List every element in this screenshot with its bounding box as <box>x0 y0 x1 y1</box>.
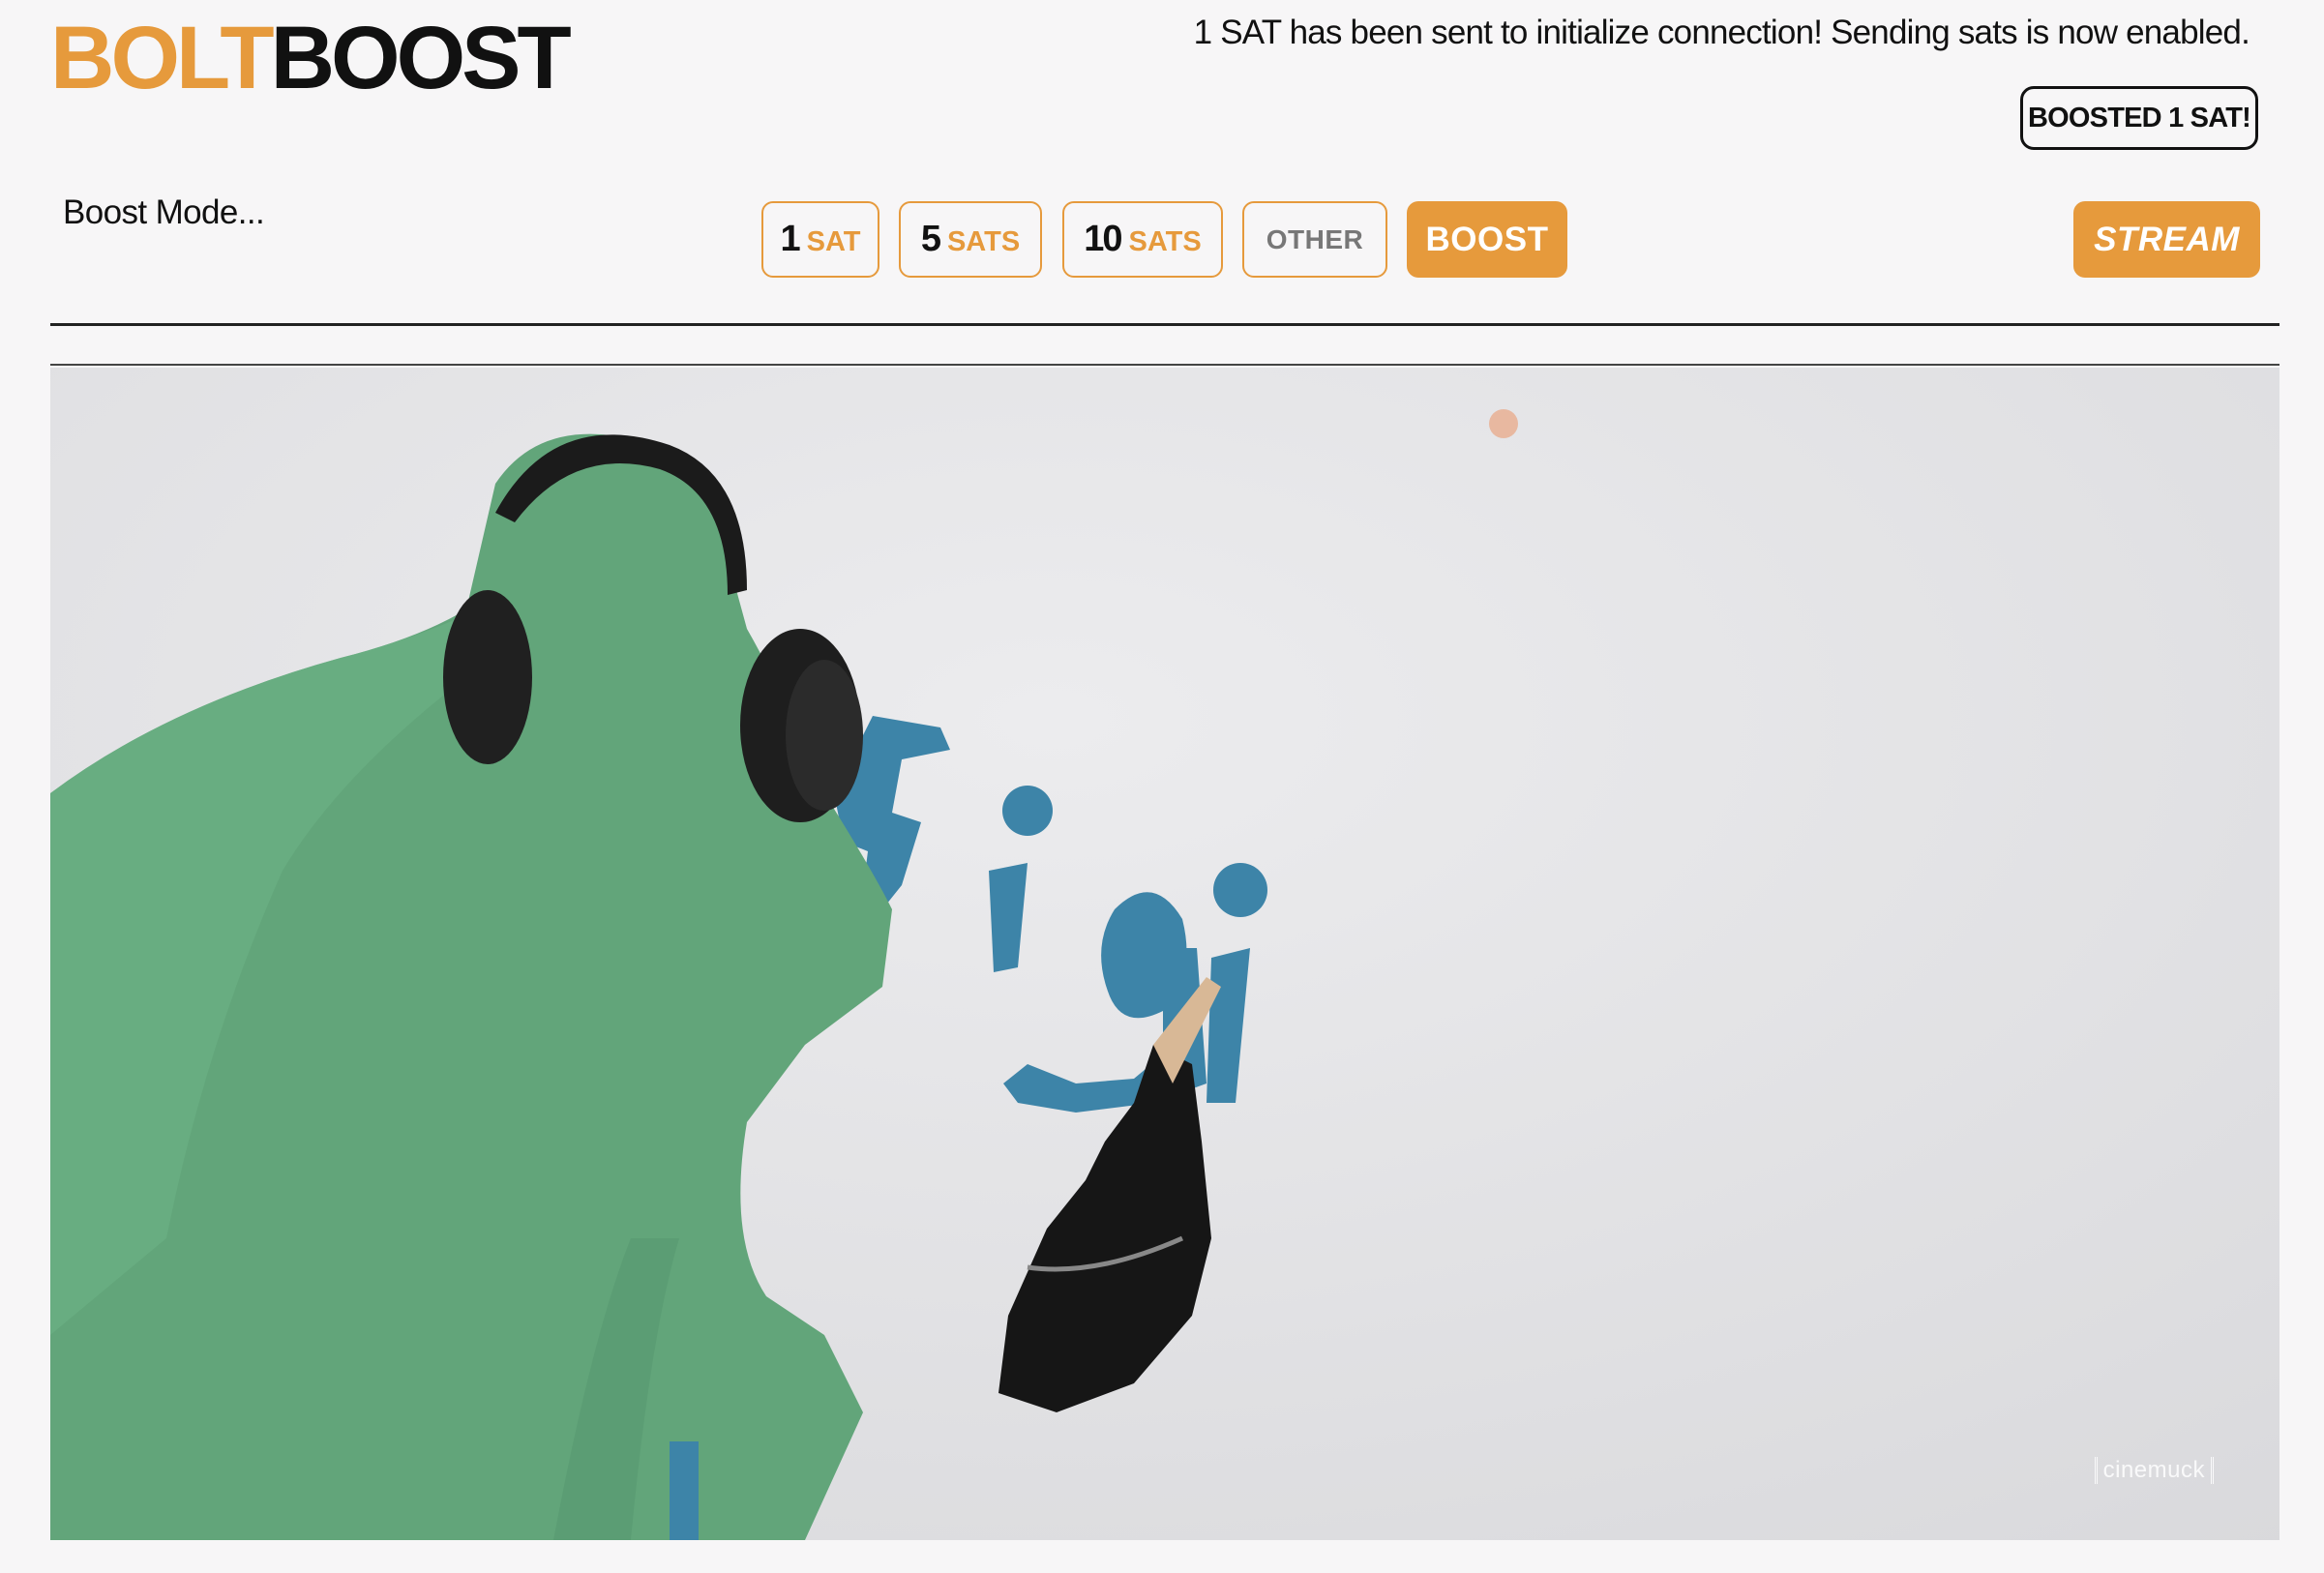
app-root: BOLTBOOST 1 SAT has been sent to initial… <box>0 0 2324 1573</box>
stream-button[interactable]: STREAM <box>2073 201 2260 278</box>
boost-button[interactable]: BOOST <box>1407 201 1567 278</box>
other-amount-button[interactable]: OTHER <box>1242 201 1387 278</box>
connection-status-message: 1 SAT has been sent to initialize connec… <box>1193 14 2250 51</box>
boost-mode-label: Boost Mode... <box>63 193 265 231</box>
amount-unit: SAT <box>806 226 861 257</box>
amount-number: 1 <box>780 219 801 259</box>
boosted-badge: BOOSTED 1 SAT! <box>2020 86 2258 150</box>
amount-unit: SATS <box>946 226 1021 257</box>
video-top-divider <box>50 364 2279 366</box>
logo-bolt-text: BOLT <box>50 9 275 107</box>
amount-number: 10 <box>1084 219 1122 259</box>
amount-number: 5 <box>920 219 941 259</box>
video-watermark: cinemuck <box>2094 1457 2214 1484</box>
video-frame <box>50 368 2279 1540</box>
video-player[interactable]: cinemuck <box>50 368 2279 1540</box>
header-divider <box>50 323 2279 326</box>
amount-unit: SATS <box>1128 226 1202 257</box>
logo: BOLTBOOST <box>50 14 572 103</box>
logo-boost-text: BOOST <box>270 9 572 107</box>
amount-5-sats-button[interactable]: 5 SATS <box>899 201 1042 278</box>
recording-dot-indicator <box>1489 409 1518 438</box>
amount-1-sat-button[interactable]: 1 SAT <box>761 201 879 278</box>
amount-10-sats-button[interactable]: 10 SATS <box>1062 201 1223 278</box>
